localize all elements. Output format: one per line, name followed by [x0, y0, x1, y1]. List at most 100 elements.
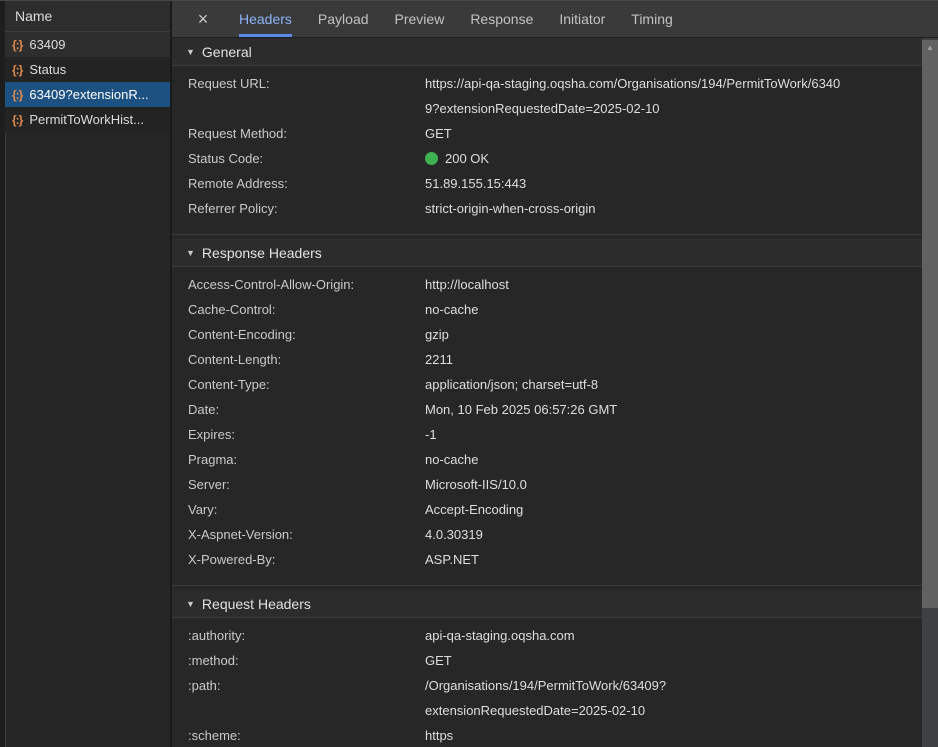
status-ok-dot	[425, 152, 438, 165]
header-value-text: api-qa-staging.oqsha.com	[425, 628, 575, 643]
header-value: 51.89.155.15:443	[425, 171, 922, 196]
header-row: Content-Encoding:gzip	[172, 322, 922, 347]
header-value-text: https://api-qa-staging.oqsha.com/Organis…	[425, 76, 840, 116]
header-value-text: -1	[425, 427, 437, 442]
header-value: 2211	[425, 347, 922, 372]
header-row: Request URL:https://api-qa-staging.oqsha…	[172, 71, 922, 121]
header-row: Vary:Accept-Encoding	[172, 497, 922, 522]
request-row-63409[interactable]: {:}63409	[5, 32, 170, 57]
section-header-request-headers[interactable]: ▼ Request Headers	[172, 590, 922, 618]
request-details-panel: × Headers Payload Preview Response Initiator…	[172, 1, 938, 747]
header-row: Remote Address:51.89.155.15:443	[172, 171, 922, 196]
header-value-text: ASP.NET	[425, 552, 479, 567]
collapse-triangle-icon: ▼	[186, 47, 195, 57]
header-row: Referrer Policy:strict-origin-when-cross…	[172, 196, 922, 221]
header-value-text: http://localhost	[425, 277, 509, 292]
name-column-header[interactable]: Name	[5, 1, 170, 32]
header-value-text: gzip	[425, 327, 449, 342]
header-name: Access-Control-Allow-Origin:	[188, 272, 425, 297]
scroll-up-icon[interactable]: ▲	[922, 40, 938, 54]
header-value: /Organisations/194/PermitToWork/63409? e…	[425, 673, 922, 723]
header-name: X-Powered-By:	[188, 547, 425, 572]
header-row: Access-Control-Allow-Origin:http://local…	[172, 272, 922, 297]
scrollbar-thumb[interactable]	[922, 40, 938, 608]
header-name: Server:	[188, 472, 425, 497]
header-value: http://localhost	[425, 272, 922, 297]
headers-sections: ▼ General Request URL:https://api-qa-stagi…	[172, 38, 922, 747]
header-value-text: 4.0.30319	[425, 527, 483, 542]
header-value: Microsoft-IIS/10.0	[425, 472, 922, 497]
header-row: Request Method:GET	[172, 121, 922, 146]
tab-payload[interactable]: Payload	[318, 1, 369, 37]
header-row: Status Code:200 OK	[172, 146, 922, 171]
tab-preview[interactable]: Preview	[395, 1, 445, 37]
section-body-general: Request URL:https://api-qa-staging.oqsha…	[172, 66, 922, 234]
header-value-text: GET	[425, 126, 452, 141]
header-value: strict-origin-when-cross-origin	[425, 196, 922, 221]
tab-list: Headers Payload Preview Response Initiator Ti…	[226, 1, 686, 37]
section-general: ▼ General Request URL:https://api-qa-stagi…	[172, 38, 922, 234]
header-value-text: 2211	[425, 352, 453, 367]
header-name: Cache-Control:	[188, 297, 425, 322]
devtools-network-panel: Name {:}63409{:}Status{:}63409?extension…	[0, 0, 938, 747]
request-label: 63409?extensionR...	[29, 87, 148, 102]
header-name: :scheme:	[188, 723, 425, 747]
header-row: Cache-Control:no-cache	[172, 297, 922, 322]
header-name: Request URL:	[188, 71, 425, 121]
header-value-text: no-cache	[425, 452, 478, 467]
close-icon[interactable]: ×	[186, 1, 220, 37]
section-title-label: General	[202, 44, 252, 60]
json-braces-icon: {:}	[12, 63, 22, 77]
header-name: Remote Address:	[188, 171, 425, 196]
header-name: :authority:	[188, 623, 425, 648]
header-name: :path:	[188, 673, 425, 723]
tab-headers[interactable]: Headers	[239, 1, 292, 37]
section-body-response-headers: Access-Control-Allow-Origin:http://local…	[172, 267, 922, 585]
section-title-label: Response Headers	[202, 245, 322, 261]
header-value: GET	[425, 121, 922, 146]
tab-response[interactable]: Response	[470, 1, 533, 37]
header-value: no-cache	[425, 447, 922, 472]
header-row: Expires:-1	[172, 422, 922, 447]
request-row-status[interactable]: {:}Status	[5, 57, 170, 82]
header-value: no-cache	[425, 297, 922, 322]
header-value-text: application/json; charset=utf-8	[425, 377, 598, 392]
section-response-headers: ▼Response Headers Access-Control-Allow-Or…	[172, 234, 922, 585]
header-name: Vary:	[188, 497, 425, 522]
header-name: Content-Length:	[188, 347, 425, 372]
header-value-text: no-cache	[425, 302, 478, 317]
request-row-63409-extensionr-[interactable]: {:} 63409?extensionR...	[5, 82, 170, 107]
tab-timing[interactable]: Timing	[631, 1, 673, 37]
header-row: :scheme:https	[172, 723, 922, 747]
header-row: :authority:api-qa-staging.oqsha.com	[172, 623, 922, 648]
header-value-text: https	[425, 728, 453, 743]
header-value-text: Accept-Encoding	[425, 502, 523, 517]
header-name: :method:	[188, 648, 425, 673]
vertical-scrollbar[interactable]: ▲	[922, 38, 938, 747]
header-value: 4.0.30319	[425, 522, 922, 547]
json-braces-icon: {:}	[12, 38, 22, 52]
request-row-permittoworkhist-[interactable]: {:}PermitToWorkHist...	[5, 107, 170, 132]
json-braces-icon: {:}	[12, 88, 22, 102]
tab-initiator[interactable]: Initiator	[559, 1, 605, 37]
section-body-request-headers: :authority:api-qa-staging.oqsha.com:meth…	[172, 618, 922, 747]
header-row: Date:Mon, 10 Feb 2025 06:57:26 GMT	[172, 397, 922, 422]
header-row: X-Powered-By:ASP.NET	[172, 547, 922, 572]
header-row: Server:Microsoft-IIS/10.0	[172, 472, 922, 497]
header-value-text: strict-origin-when-cross-origin	[425, 201, 596, 216]
header-value: gzip	[425, 322, 922, 347]
header-value: application/json; charset=utf-8	[425, 372, 922, 397]
header-value-text: 200 OK	[445, 151, 489, 166]
header-value: https	[425, 723, 922, 747]
header-name: Pragma:	[188, 447, 425, 472]
section-title-label: Request Headers	[202, 596, 311, 612]
header-value: 200 OK	[425, 146, 922, 171]
header-name: Content-Encoding:	[188, 322, 425, 347]
header-value-text: 51.89.155.15:443	[425, 176, 526, 191]
collapse-triangle-icon: ▼	[186, 599, 195, 609]
section-header-general[interactable]: ▼ General	[172, 38, 922, 66]
header-value: Accept-Encoding	[425, 497, 922, 522]
details-tab-bar: × Headers Payload Preview Response Initiator…	[172, 1, 938, 38]
section-header-response-headers[interactable]: ▼Response Headers	[172, 239, 922, 267]
header-value: GET	[425, 648, 922, 673]
